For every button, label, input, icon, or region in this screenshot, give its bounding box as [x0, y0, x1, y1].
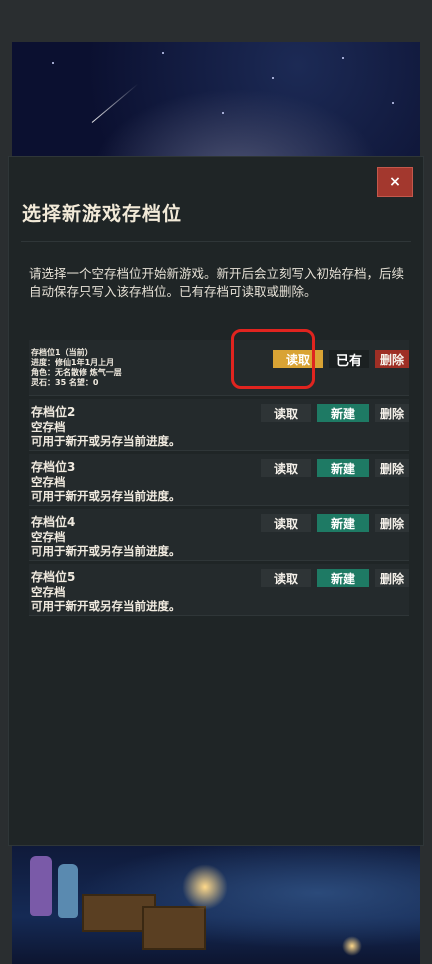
slot-status: 空存档 — [31, 530, 66, 544]
slot-name: 存档位5 — [31, 570, 76, 584]
save-slot-2: 存档位2 空存档 可用于新开或另存当前进度。 读取 新建 删除 — [29, 399, 409, 451]
close-icon: × — [389, 174, 401, 190]
slot-5-new-button[interactable]: 新建 — [317, 569, 369, 587]
slot-hint: 可用于新开或另存当前进度。 — [31, 489, 181, 503]
slot-4-new-button[interactable]: 新建 — [317, 514, 369, 532]
slot-hint: 可用于新开或另存当前进度。 — [31, 544, 181, 558]
slot-name: 存档位3 — [31, 460, 76, 474]
annotation-highlight-ring — [231, 329, 315, 389]
slot-name: 存档位2 — [31, 405, 76, 419]
slot-name: 存档位1（当前） — [31, 348, 93, 357]
dialog-title: 选择新游戏存档位 — [22, 203, 183, 225]
slot-2-delete-button[interactable]: 删除 — [375, 404, 409, 422]
save-slot-1: 存档位1（当前） 进度：修仙1年1月上月 角色：无名散修 炼气一层 灵石：35 … — [29, 340, 409, 396]
slot-4-delete-button[interactable]: 删除 — [375, 514, 409, 532]
slot-name: 存档位4 — [31, 515, 76, 529]
slot-stats: 灵石：35 名望：0 — [31, 378, 99, 387]
save-slot-3: 存档位3 空存档 可用于新开或另存当前进度。 读取 新建 删除 — [29, 454, 409, 506]
save-slot-5: 存档位5 空存档 可用于新开或另存当前进度。 读取 新建 删除 — [29, 564, 409, 616]
slot-character: 角色：无名散修 炼气一层 — [31, 368, 122, 377]
slot-hint: 可用于新开或另存当前进度。 — [31, 434, 181, 448]
slot-2-new-button[interactable]: 新建 — [317, 404, 369, 422]
save-slot-dialog: × 选择新游戏存档位 请选择一个空存档位开始新游戏。新开后会立刻写入初始存档，后… — [8, 156, 424, 846]
title-divider — [21, 241, 411, 242]
slot-5-delete-button[interactable]: 删除 — [375, 569, 409, 587]
dialog-description: 请选择一个空存档位开始新游戏。新开后会立刻写入初始存档，后续自动保存只写入该存档… — [29, 266, 405, 299]
background-night-sky-art — [12, 42, 420, 160]
slot-status: 空存档 — [31, 420, 66, 434]
close-button[interactable]: × — [377, 167, 413, 197]
slot-3-delete-button[interactable]: 删除 — [375, 459, 409, 477]
save-slot-4: 存档位4 空存档 可用于新开或另存当前进度。 读取 新建 删除 — [29, 509, 409, 561]
slot-4-read-button[interactable]: 读取 — [261, 514, 311, 532]
slot-status: 空存档 — [31, 475, 66, 489]
slot-1-delete-button[interactable]: 删除 — [375, 350, 409, 368]
slot-1-existing-badge: 已有 — [329, 350, 369, 369]
slot-2-read-button[interactable]: 读取 — [261, 404, 311, 422]
background-potion-shop-art — [12, 846, 420, 964]
slot-3-read-button[interactable]: 读取 — [261, 459, 311, 477]
slot-hint: 可用于新开或另存当前进度。 — [31, 599, 181, 613]
slot-5-read-button[interactable]: 读取 — [261, 569, 311, 587]
slot-status: 空存档 — [31, 585, 66, 599]
slot-progress: 进度：修仙1年1月上月 — [31, 358, 115, 367]
slot-3-new-button[interactable]: 新建 — [317, 459, 369, 477]
